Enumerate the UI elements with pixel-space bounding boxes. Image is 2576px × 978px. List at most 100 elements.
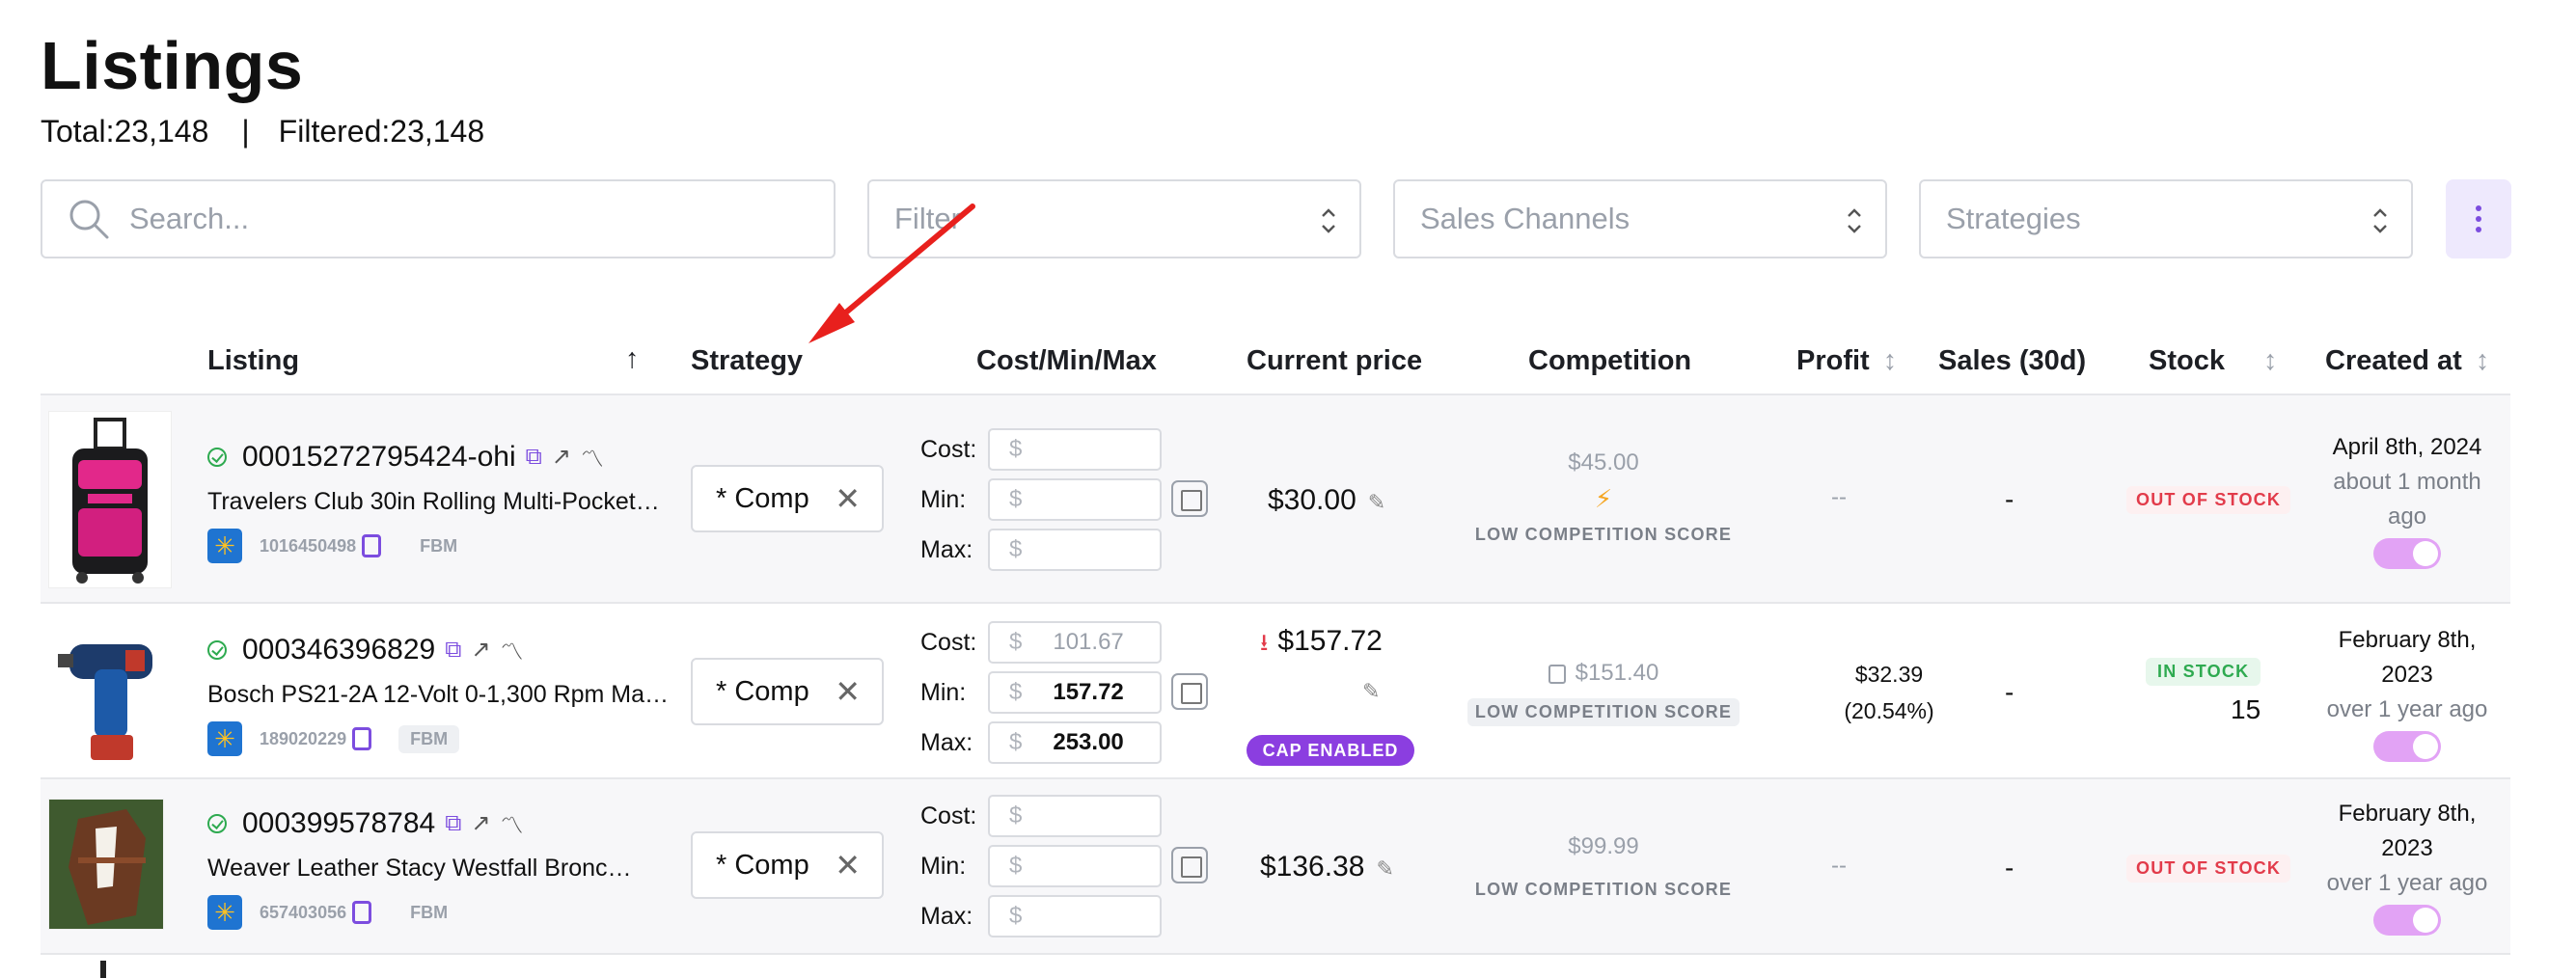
column-header-listing[interactable]: Listing bbox=[207, 345, 299, 377]
created-date: 2023 bbox=[2381, 662, 2433, 688]
copy-icon[interactable] bbox=[352, 901, 372, 924]
cost-label: Cost: bbox=[920, 801, 977, 829]
map-icon[interactable] bbox=[1171, 847, 1208, 883]
search-placeholder: Search... bbox=[129, 202, 250, 235]
copy-icon[interactable]: ⧉ bbox=[445, 810, 461, 837]
chart-icon[interactable]: 〽 bbox=[581, 440, 604, 474]
walmart-icon: ✳ bbox=[207, 721, 242, 756]
sort-icon[interactable]: ↕ bbox=[2476, 345, 2490, 377]
product-image[interactable] bbox=[48, 411, 172, 588]
current-price[interactable]: $136.38 ✎ bbox=[1260, 851, 1394, 883]
copy-icon[interactable]: ⧉ bbox=[526, 444, 542, 471]
sales-value: - bbox=[2005, 484, 2014, 514]
min-input[interactable]: $157.72 bbox=[988, 671, 1162, 714]
min-label: Min: bbox=[920, 485, 967, 513]
listing-counts: Total:23,148 | Filtered:23,148 bbox=[41, 114, 484, 149]
stock-status-badge: IN STOCK bbox=[2146, 658, 2261, 686]
listing-active-toggle[interactable] bbox=[2373, 905, 2441, 936]
column-header-current-price[interactable]: Current price bbox=[1247, 345, 1422, 377]
map-icon[interactable] bbox=[1171, 480, 1208, 517]
table-row[interactable]: 000399578784 ⧉ ↗ 〽 Weaver Leather Stacy … bbox=[41, 779, 2510, 955]
clear-icon[interactable]: ✕ bbox=[835, 676, 861, 707]
created-date: 2023 bbox=[2381, 835, 2433, 861]
total-count: Total:23,148 bbox=[41, 114, 209, 149]
max-input[interactable]: $ bbox=[988, 895, 1162, 937]
listing-active-toggle[interactable] bbox=[2373, 731, 2441, 762]
max-input[interactable]: $ bbox=[988, 529, 1162, 571]
cost-input[interactable]: $ bbox=[988, 795, 1162, 837]
cost-input[interactable]: $ bbox=[988, 428, 1162, 471]
sales-channels-select[interactable]: Sales Channels bbox=[1393, 179, 1887, 258]
current-price[interactable]: $30.00 ✎ bbox=[1268, 484, 1385, 517]
column-header-competition[interactable]: Competition bbox=[1528, 345, 1691, 377]
map-icon[interactable] bbox=[1171, 673, 1208, 710]
item-id: 189020229 bbox=[260, 728, 347, 748]
edit-icon[interactable]: ✎ bbox=[1368, 490, 1385, 514]
sales-value: - bbox=[2005, 677, 2014, 707]
column-header-stock[interactable]: Stock ↕ bbox=[2149, 345, 2277, 377]
strategy-select[interactable]: * Comp ✕ bbox=[691, 465, 884, 532]
column-header-created-at[interactable]: Created at ↕ bbox=[2325, 345, 2489, 377]
kebab-dot-icon bbox=[2476, 216, 2481, 222]
product-name[interactable]: Weaver Leather Stacy Westfall Bronc… bbox=[207, 855, 632, 883]
lightning-icon: ⚡ bbox=[1594, 484, 1613, 513]
cost-input[interactable]: $101.67 bbox=[988, 621, 1162, 664]
currency-symbol: $ bbox=[1009, 903, 1023, 929]
table-row[interactable]: 00015272795424-ohi ⧉ ↗ 〽 Travelers Club … bbox=[41, 395, 2510, 604]
current-price[interactable]: ⭳ $157.72 bbox=[1260, 625, 1383, 666]
min-label: Min: bbox=[920, 852, 967, 880]
check-circle-icon bbox=[207, 447, 227, 467]
external-link-icon[interactable]: ↗ bbox=[552, 443, 571, 471]
count-separator: | bbox=[241, 114, 250, 149]
more-options-button[interactable] bbox=[2446, 179, 2511, 258]
product-name[interactable]: Bosch PS21-2A 12-Volt 0-1,300 Rpm Ma… bbox=[207, 681, 669, 709]
sort-up-icon[interactable]: ↑ bbox=[625, 343, 640, 375]
strategy-value: * Comp bbox=[716, 849, 809, 881]
clear-icon[interactable]: ✕ bbox=[835, 483, 861, 514]
cost-label: Cost: bbox=[920, 435, 977, 463]
column-header-sales[interactable]: Sales (30d) bbox=[1938, 345, 2086, 377]
strategy-select[interactable]: * Comp ✕ bbox=[691, 658, 884, 725]
strategies-select[interactable]: Strategies bbox=[1919, 179, 2413, 258]
copy-icon[interactable] bbox=[362, 534, 382, 557]
max-label: Max: bbox=[920, 535, 973, 563]
table-row[interactable]: 000346396829 ⧉ ↗ 〽 Bosch PS21-2A 12-Volt… bbox=[41, 604, 2510, 779]
copy-icon[interactable] bbox=[352, 727, 372, 750]
clear-icon[interactable]: ✕ bbox=[835, 850, 861, 881]
cost-value: 101.67 bbox=[1053, 629, 1124, 655]
price-value: $136.38 bbox=[1260, 851, 1365, 883]
walmart-icon: ✳ bbox=[207, 529, 242, 563]
kebab-dot-icon bbox=[2476, 227, 2481, 232]
sort-icon[interactable]: ↕ bbox=[1883, 345, 1898, 377]
stock-status-badge: OUT OF STOCK bbox=[2126, 855, 2291, 883]
listing-active-toggle[interactable] bbox=[2373, 538, 2441, 569]
external-link-icon[interactable]: ↗ bbox=[471, 636, 490, 664]
chart-icon[interactable]: 〽 bbox=[500, 633, 523, 666]
search-icon bbox=[69, 200, 109, 239]
edit-icon[interactable]: ✎ bbox=[1376, 856, 1393, 881]
chart-icon[interactable]: 〽 bbox=[500, 806, 523, 840]
max-input[interactable]: $253.00 bbox=[988, 721, 1162, 764]
sales-value: - bbox=[2005, 853, 2014, 883]
column-label: Current price bbox=[1247, 345, 1423, 376]
product-image-luggage bbox=[72, 418, 148, 584]
walmart-icon: ✳ bbox=[207, 895, 242, 930]
copy-icon[interactable]: ⧉ bbox=[445, 637, 461, 664]
product-name[interactable]: Travelers Club 30in Rolling Multi-Pocket… bbox=[207, 488, 660, 516]
min-input[interactable]: $ bbox=[988, 478, 1162, 521]
strategy-select[interactable]: * Comp ✕ bbox=[691, 831, 884, 899]
search-input[interactable]: Search... bbox=[41, 179, 836, 258]
product-image[interactable] bbox=[48, 799, 164, 930]
column-header-profit[interactable]: Profit ↕ bbox=[1796, 345, 1897, 377]
created-at: February 8th, 2023 over 1 year ago bbox=[2306, 797, 2508, 901]
competition-price-value: $151.40 bbox=[1575, 660, 1659, 686]
min-value: 157.72 bbox=[1053, 679, 1124, 705]
min-input[interactable]: $ bbox=[988, 845, 1162, 887]
external-link-icon[interactable]: ↗ bbox=[471, 809, 490, 837]
product-image[interactable] bbox=[48, 611, 172, 770]
created-date: February 8th, bbox=[2338, 801, 2477, 827]
filter-select[interactable]: Filter bbox=[867, 179, 1361, 258]
sort-icon[interactable]: ↕ bbox=[2263, 345, 2278, 377]
page-title: Listings bbox=[41, 28, 304, 103]
edit-icon[interactable]: ✎ bbox=[1362, 673, 1380, 706]
